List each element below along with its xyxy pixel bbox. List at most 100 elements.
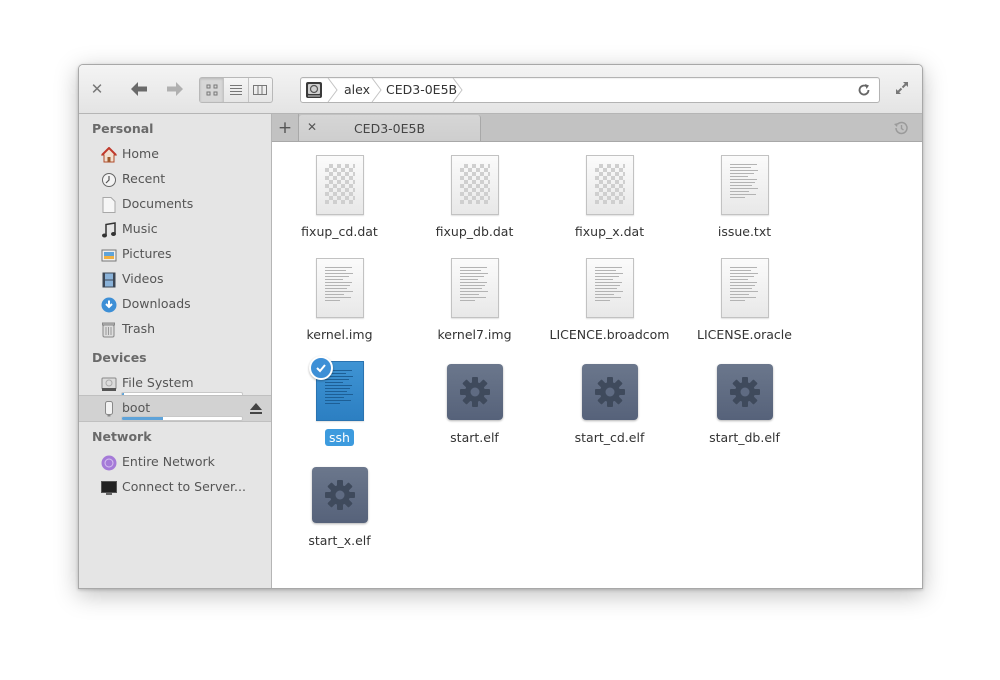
sidebar-item-pictures[interactable]: Pictures [79,242,271,267]
pictures-icon [100,246,118,264]
close-window-button[interactable]: ✕ [87,79,107,99]
binary-file-icon [450,155,499,215]
file-item[interactable]: issue.txt [677,142,812,245]
executable-file-icon [311,467,368,523]
binary-file-icon [585,155,634,215]
file-name: start.elf [450,430,499,445]
file-item[interactable]: start_cd.elf [542,348,677,451]
back-button[interactable] [127,78,151,100]
music-icon [100,221,118,239]
sidebar-item-file-system[interactable]: File System [79,371,271,397]
videos-icon [100,271,118,289]
usb-drive-icon [100,400,118,418]
eject-button[interactable] [249,401,263,415]
documents-icon [100,196,118,214]
executable-file-icon [446,364,503,420]
icon-view-button[interactable] [200,78,225,102]
file-manager-window: ✕ alex CED3-0E5B Personal Home Recent Do… [78,64,923,589]
text-file-icon [315,258,364,318]
harddisk-icon [100,375,118,393]
sidebar-item-entire-network[interactable]: Entire Network [79,450,271,475]
column-view-button[interactable] [249,78,272,102]
sidebar-item-documents[interactable]: Documents [79,192,271,217]
header-bar: ✕ alex CED3-0E5B [79,65,922,114]
sidebar-item-home[interactable]: Home [79,142,271,167]
reload-button[interactable] [855,81,873,99]
drive-icon[interactable] [305,81,323,99]
text-file-icon [450,258,499,318]
closed-tabs-button[interactable] [892,119,910,137]
crumb-current[interactable]: CED3-0E5B [386,78,457,102]
file-name: issue.txt [717,224,772,239]
sidebar-item-videos[interactable]: Videos [79,267,271,292]
text-file-icon [308,356,364,421]
file-name: LICENCE.broadcom [549,327,670,342]
tab-bar: + ✕ CED3-0E5B [272,114,922,142]
file-item[interactable]: fixup_x.dat [542,142,677,245]
file-name: ssh [325,429,354,446]
sidebar-item-recent[interactable]: Recent [79,167,271,192]
binary-file-icon [315,155,364,215]
plus-icon: + [277,117,293,138]
sidebar-item-music[interactable]: Music [79,217,271,242]
sidebar-item-connect-to-server[interactable]: Connect to Server... [79,475,271,500]
text-file-icon [720,258,769,318]
file-item[interactable]: fixup_cd.dat [272,142,407,245]
network-icon [100,454,118,472]
file-icon-view[interactable]: cmdline.txtconfig.txtCOPYING.linuxfixup.… [272,142,922,588]
usage-fill [122,417,163,420]
file-name: start_cd.elf [574,430,645,445]
file-item[interactable]: fixup_db.dat [407,142,542,245]
list-view-button[interactable] [224,78,249,102]
file-item[interactable]: start_x.elf [272,451,407,554]
maximize-icon [896,82,908,94]
executable-file-icon [716,364,773,420]
view-switcher [199,77,273,103]
path-bar[interactable]: alex CED3-0E5B [300,77,880,103]
file-name: start_x.elf [308,533,371,548]
crumb-separator [371,78,382,102]
arrow-right-icon [167,82,183,96]
file-item[interactable]: start.elf [407,348,542,451]
crumb-alex[interactable]: alex [344,78,370,102]
crumb-separator [452,78,463,102]
file-name: kernel7.img [437,327,512,342]
reload-icon [858,84,870,96]
crumb-separator [327,78,338,102]
arrow-left-icon [131,82,147,96]
monitor-icon [100,479,118,497]
list-icon [229,85,242,95]
file-item[interactable]: kernel7.img [407,245,542,348]
tab-ced3-0e5b[interactable]: ✕ CED3-0E5B [299,115,481,141]
file-item[interactable]: ssh [272,348,407,451]
grid-icon [206,84,218,96]
file-name: fixup_x.dat [574,224,645,239]
close-icon: ✕ [90,80,104,98]
text-file-icon [720,155,769,215]
sidebar-item-downloads[interactable]: Downloads [79,292,271,317]
forward-button[interactable] [163,78,187,100]
file-item[interactable]: kernel.img [272,245,407,348]
selected-check-icon [308,356,333,380]
sidebar-item-boot[interactable]: boot [79,395,271,422]
file-name: fixup_db.dat [435,224,514,239]
file-name: LICENSE.oracle [697,327,792,342]
file-item[interactable]: start_db.elf [677,348,812,451]
recent-icon [100,171,118,189]
sidebar-heading-personal: Personal [92,121,154,136]
home-icon [100,146,118,164]
file-item[interactable]: LICENCE.broadcom [542,245,677,348]
new-tab-button[interactable]: + [272,114,299,141]
downloads-icon [100,296,118,314]
maximize-button[interactable] [894,80,912,98]
sidebar: Personal Home Recent Documents Music Pic… [79,114,272,588]
sidebar-item-trash[interactable]: Trash [79,317,271,342]
sidebar-heading-devices: Devices [92,350,147,365]
executable-file-icon [581,364,638,420]
file-name: start_db.elf [709,430,780,445]
columns-icon [253,85,268,95]
file-name: kernel.img [306,327,373,342]
file-item[interactable]: LICENSE.oracle [677,245,812,348]
trash-icon [100,321,118,339]
sidebar-heading-network: Network [92,429,152,444]
